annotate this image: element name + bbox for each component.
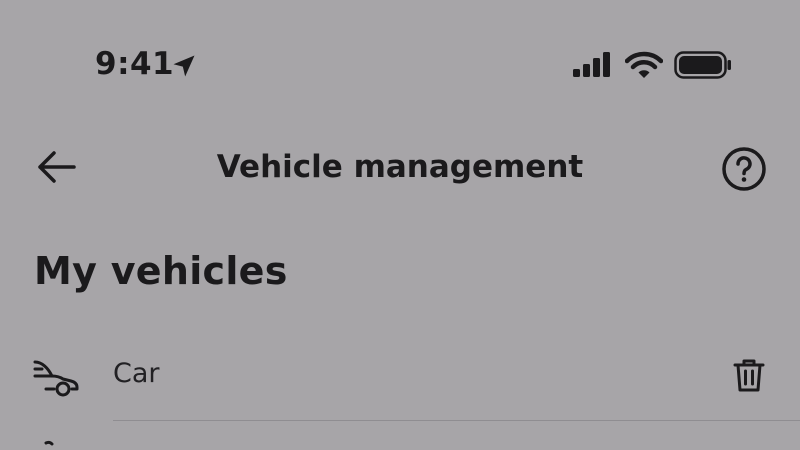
help-question-icon[interactable] — [721, 146, 767, 192]
status-bar: 9:41 — [0, 0, 800, 120]
cellular-signal-icon — [573, 52, 610, 77]
next-item-icon-partial — [44, 440, 54, 446]
page-title: Vehicle management — [216, 149, 584, 185]
status-time: 9:41 — [95, 46, 175, 82]
wifi-icon — [625, 51, 663, 78]
location-arrow-icon — [173, 55, 195, 77]
trash-icon[interactable] — [730, 356, 768, 394]
battery-icon — [674, 51, 731, 79]
vehicle-management-screen: 9:41 Vehicle management My vehicles Car — [0, 0, 800, 450]
row-divider — [113, 420, 800, 421]
vehicle-list-item[interactable]: Car — [0, 340, 800, 420]
car-icon — [33, 360, 79, 397]
section-title-my-vehicles: My vehicles — [34, 249, 288, 293]
vehicle-name: Car — [113, 358, 160, 389]
